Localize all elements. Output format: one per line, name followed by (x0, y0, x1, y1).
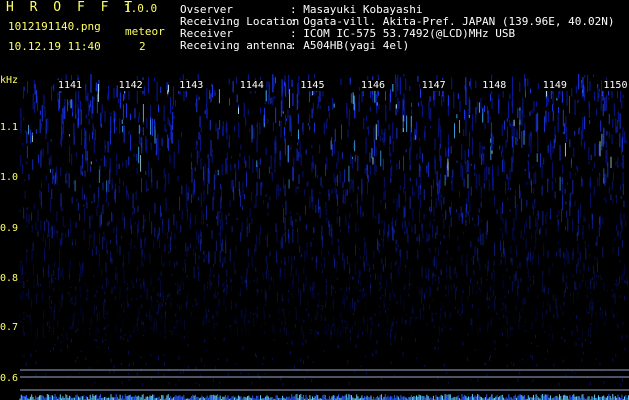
app-title: H R O F F T (6, 0, 137, 15)
capture-datetime: 10.12.19 11:40 (8, 40, 101, 53)
x-tick-label: 1142 (117, 80, 144, 91)
x-tick-label: 1147 (420, 80, 447, 91)
spectrogram (19, 74, 629, 400)
y-tick-label: 1.0 (0, 172, 19, 183)
x-tick-label: 1148 (481, 80, 508, 91)
x-tick-label: 1149 (541, 80, 568, 91)
meteor-label: meteor (125, 25, 165, 38)
file-name: 1012191140.png (8, 20, 101, 33)
app-version: 1.0.0 (124, 2, 158, 15)
x-tick-label: 1150 (602, 80, 629, 91)
x-tick-label: 1141 (57, 80, 84, 91)
y-axis-unit: kHz (0, 75, 19, 86)
meteor-count: 2 (139, 40, 146, 53)
x-tick-label: 1145 (299, 80, 326, 91)
y-tick-label: 0.7 (0, 322, 19, 333)
y-tick-label: 1.1 (0, 122, 19, 133)
antenna-value: : A504HB(yagi 4el) (290, 39, 410, 52)
y-tick-label: 0.8 (0, 273, 19, 284)
x-tick-label: 1144 (238, 80, 265, 91)
y-tick-label: 0.9 (0, 223, 19, 234)
x-tick-label: 1143 (178, 80, 205, 91)
antenna-label: Receiving antenna (180, 39, 293, 52)
header-panel: H R O F F T 1.0.0 1012191140.png 10.12.1… (0, 0, 629, 74)
y-tick-label: 0.6 (0, 373, 19, 384)
x-tick-label: 1146 (360, 80, 387, 91)
